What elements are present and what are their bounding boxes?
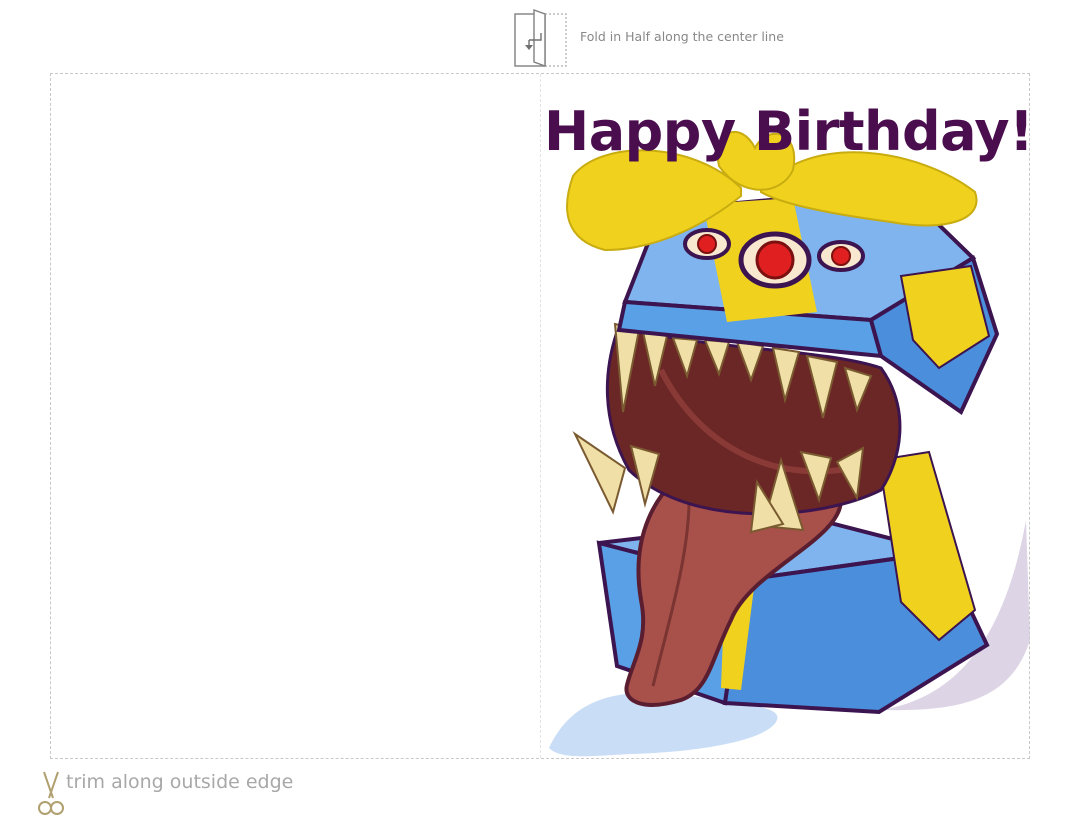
fold-instruction-text: Fold in Half along the center line — [580, 29, 784, 44]
scissors-icon — [38, 771, 64, 815]
fold-icon — [514, 9, 567, 67]
trim-instruction-text: trim along outside edge — [66, 771, 294, 793]
card-inside-panel — [51, 74, 539, 758]
gift-box-monster-illustration — [549, 130, 1030, 757]
card-title: Happy Birthday! — [544, 100, 1034, 163]
